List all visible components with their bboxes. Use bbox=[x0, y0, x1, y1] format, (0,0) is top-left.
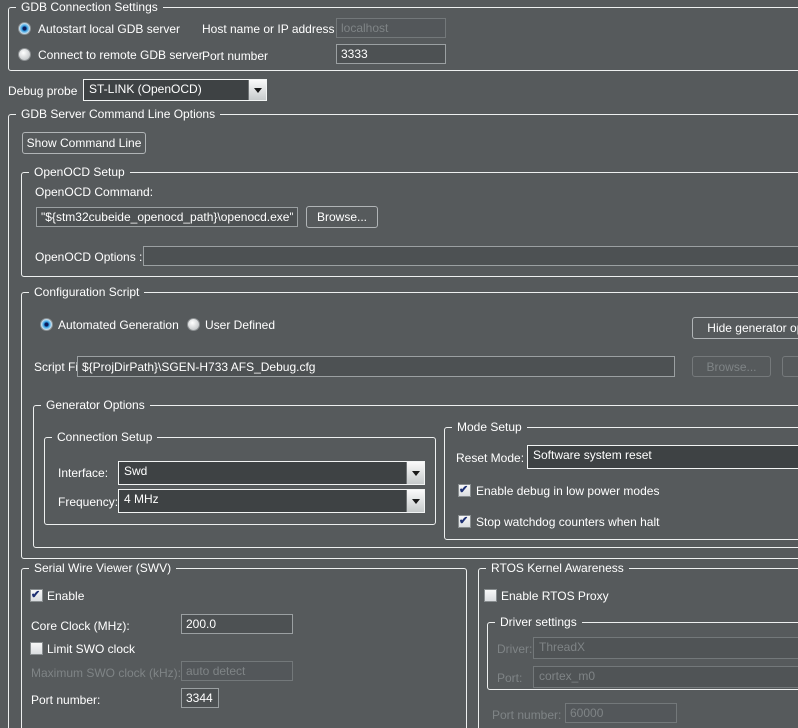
frequency-combo[interactable]: 4 MHz bbox=[118, 489, 425, 513]
configuration-script-title: Configuration Script bbox=[29, 285, 145, 299]
core-clock-label: Core Clock (MHz): bbox=[31, 619, 130, 633]
swv-enable-checkbox[interactable] bbox=[30, 588, 43, 602]
interface-combo[interactable]: Swd bbox=[118, 461, 425, 485]
debug-configuration-panel: GDB Connection Settings Autostart local … bbox=[0, 0, 798, 728]
debug-probe-label: Debug probe bbox=[8, 84, 78, 98]
rtos-port-label: Port: bbox=[497, 671, 523, 685]
openocd-command-label: OpenOCD Command: bbox=[35, 185, 154, 199]
core-clock-input[interactable] bbox=[181, 614, 293, 634]
connect-remote-gdb-radio[interactable] bbox=[18, 48, 31, 61]
reset-mode-value: Software system reset bbox=[533, 448, 652, 462]
rtos-title: RTOS Kernel Awareness bbox=[486, 561, 629, 575]
debug-probe-combo[interactable]: ST-LINK (OpenOCD) bbox=[83, 79, 267, 101]
connection-setup-title: Connection Setup bbox=[52, 430, 158, 444]
connect-remote-gdb-label: Connect to remote GDB server bbox=[38, 48, 203, 62]
chevron-down-icon[interactable] bbox=[406, 490, 424, 512]
openocd-options-label: OpenOCD Options : bbox=[35, 250, 143, 264]
gdb-server-options-title: GDB Server Command Line Options bbox=[16, 107, 221, 121]
user-defined-label: User Defined bbox=[205, 318, 276, 332]
openocd-command-browse-button[interactable]: Browse... bbox=[306, 206, 378, 228]
rtos-port-value: cortex_m0 bbox=[539, 669, 596, 683]
swv-port-number-label: Port number: bbox=[31, 693, 101, 707]
chevron-down-icon[interactable] bbox=[406, 462, 424, 484]
swv-port-number-input[interactable] bbox=[181, 688, 219, 708]
autostart-local-gdb-label: Autostart local GDB server bbox=[38, 22, 181, 36]
autostart-local-gdb-radio[interactable] bbox=[18, 22, 31, 35]
rtos-port-combo[interactable]: cortex_m0 bbox=[533, 666, 798, 688]
reset-mode-combo[interactable]: Software system reset bbox=[527, 445, 798, 469]
limit-swo-label: Limit SWO clock bbox=[47, 642, 136, 656]
interface-value: Swd bbox=[124, 464, 148, 478]
host-name-label: Host name or IP address bbox=[202, 22, 335, 36]
gdb-connection-settings-title: GDB Connection Settings bbox=[16, 0, 163, 14]
script-file-reload-button[interactable]: Re bbox=[782, 356, 798, 377]
mode-setup-title: Mode Setup bbox=[452, 420, 527, 434]
rtos-driver-combo[interactable]: ThreadX bbox=[533, 637, 798, 659]
frequency-value: 4 MHz bbox=[124, 492, 159, 506]
generator-options-title: Generator Options bbox=[41, 398, 150, 412]
port-number-label: Port number bbox=[202, 49, 269, 63]
automated-generation-label: Automated Generation bbox=[58, 318, 179, 332]
host-name-input[interactable] bbox=[336, 18, 446, 38]
show-command-line-button[interactable]: Show Command Line bbox=[22, 132, 146, 154]
rtos-port-number-input[interactable] bbox=[565, 703, 677, 723]
stop-watchdog-label: Stop watchdog counters when halt bbox=[476, 515, 660, 529]
openocd-options-input[interactable] bbox=[143, 246, 798, 266]
max-swo-clock-input[interactable] bbox=[181, 661, 293, 681]
max-swo-clock-label: Maximum SWO clock (kHz): bbox=[31, 666, 181, 680]
enable-rtos-proxy-checkbox[interactable] bbox=[484, 589, 497, 602]
rtos-port-number-label: Port number: bbox=[492, 708, 562, 722]
stop-watchdog-checkbox[interactable] bbox=[458, 514, 471, 528]
user-defined-radio[interactable] bbox=[187, 318, 200, 331]
chevron-down-icon[interactable] bbox=[248, 80, 266, 100]
hide-generator-options-button[interactable]: Hide generator opt... bbox=[692, 317, 798, 339]
openocd-setup-title: OpenOCD Setup bbox=[29, 165, 130, 179]
enable-low-power-label: Enable debug in low power modes bbox=[476, 484, 660, 498]
limit-swo-checkbox[interactable] bbox=[30, 642, 43, 655]
swv-enable-label: Enable bbox=[47, 589, 85, 603]
interface-label: Interface: bbox=[58, 466, 109, 480]
enable-low-power-checkbox[interactable] bbox=[458, 483, 471, 497]
port-number-input[interactable] bbox=[336, 44, 446, 64]
enable-rtos-proxy-label: Enable RTOS Proxy bbox=[501, 589, 609, 603]
automated-generation-radio[interactable] bbox=[40, 318, 53, 331]
rtos-driver-label: Driver: bbox=[497, 642, 533, 656]
script-file-input[interactable] bbox=[77, 356, 675, 377]
reset-mode-label: Reset Mode: bbox=[456, 451, 525, 465]
openocd-command-input[interactable] bbox=[36, 207, 298, 227]
driver-settings-title: Driver settings bbox=[495, 615, 582, 629]
debug-probe-value: ST-LINK (OpenOCD) bbox=[89, 82, 202, 96]
swv-title: Serial Wire Viewer (SWV) bbox=[29, 561, 177, 575]
script-file-browse-button[interactable]: Browse... bbox=[692, 356, 771, 377]
frequency-label: Frequency: bbox=[58, 495, 119, 509]
rtos-driver-value: ThreadX bbox=[539, 640, 586, 654]
